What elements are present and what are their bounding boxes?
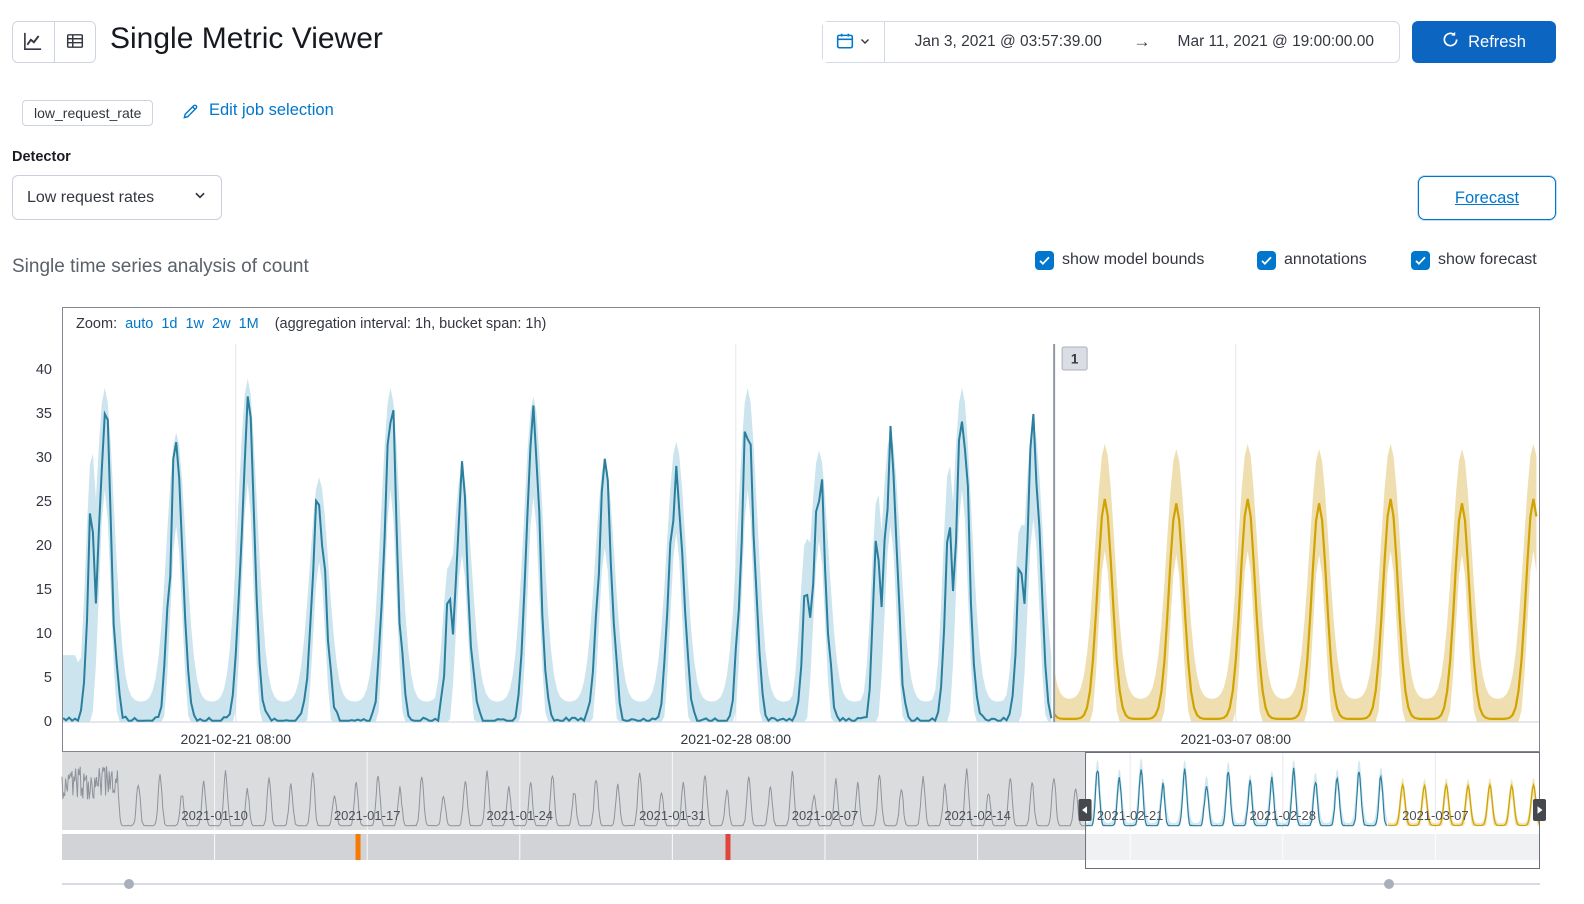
swimlane-anomaly-marker[interactable] [725, 834, 731, 860]
checkbox-label-show-forecast: show forecast [1438, 251, 1537, 268]
checkbox-label-annotations: annotations [1284, 251, 1367, 268]
checkbox-show-model-bounds[interactable] [1035, 250, 1054, 270]
forecast-bounds-area [1054, 443, 1537, 722]
y-tick-label: 35 [35, 406, 52, 422]
table-icon [66, 32, 84, 53]
context-tick-label: 2021-02-14 [944, 808, 1011, 823]
checkbox-annotations[interactable] [1257, 250, 1276, 270]
chevron-down-icon [859, 35, 871, 50]
pencil-icon [182, 103, 199, 125]
context-scrollbar[interactable] [62, 877, 1540, 891]
page-title: Single Metric Viewer [110, 22, 383, 55]
scrollbar-track [62, 883, 1540, 885]
checkbox-group-show-forecast: show forecast [1411, 249, 1537, 271]
swimlane-anomaly-marker[interactable] [355, 834, 361, 860]
zoom-option-auto[interactable]: auto [125, 316, 153, 332]
x-tick-label: 2021-03-07 08:00 [1181, 731, 1292, 747]
context-tick-label: 2021-02-07 [792, 808, 859, 823]
date-range-arrow: → [1133, 32, 1151, 51]
context-tick-label: 2021-01-10 [181, 808, 248, 823]
zoom-aggregation-info: (aggregation interval: 1h, bucket span: … [274, 316, 547, 332]
refresh-button[interactable]: Refresh [1412, 21, 1556, 63]
zoom-option-1d[interactable]: 1d [161, 316, 177, 332]
y-tick-label: 30 [35, 450, 52, 466]
analysis-title: Single time series analysis of count [12, 256, 309, 277]
model-bounds-area [63, 378, 1052, 722]
swimlane-selection [1085, 834, 1540, 860]
y-tick-label: 40 [35, 362, 52, 378]
refresh-icon [1442, 31, 1459, 53]
y-tick-label: 0 [43, 714, 52, 730]
main-chart-panel: 2021-02-21 08:00 2021-02-28 08:00 2021-03-… [62, 307, 1540, 752]
date-range-picker: Jan 3, 2021 @ 03:57:39.00 → Mar 11, 2021… [822, 21, 1400, 63]
context-tick-label: 2021-02-21 [1097, 808, 1164, 823]
edit-job-selection-link[interactable]: Edit job selection [209, 101, 334, 120]
y-tick-label: 5 [43, 670, 52, 686]
zoom-option-2w[interactable]: 2w [212, 316, 231, 332]
chevron-down-icon [193, 188, 207, 207]
date-range-start[interactable]: Jan 3, 2021 @ 03:57:39.00 [885, 33, 1132, 51]
single-metric-viewer-page: Single Metric Viewer Jan 3, 2021 @ 03:57… [0, 0, 1584, 904]
zoom-option-1M[interactable]: 1M [239, 316, 259, 332]
table-view-button[interactable] [53, 22, 95, 62]
context-chart[interactable]: 2021-01-10 2021-01-17 2021-01-24 2021-01-31… [61, 752, 1546, 874]
zoom-prefix: Zoom: [76, 316, 118, 332]
zoom-option-1w[interactable]: 1w [185, 316, 204, 332]
scrollbar-handle-left[interactable] [124, 879, 134, 889]
y-axis-labels: 0 5 10 15 20 25 30 35 40 [0, 0, 52, 760]
y-tick-label: 15 [35, 582, 52, 598]
context-tick-label: 2021-01-17 [334, 808, 401, 823]
x-tick-label: 2021-02-21 08:00 [180, 731, 291, 747]
forecast-button[interactable]: Forecast [1418, 176, 1556, 220]
context-tick-label: 2021-01-24 [487, 808, 554, 823]
calendar-icon [836, 32, 854, 53]
swimlane-masked [62, 834, 1086, 860]
context-tick-label: 2021-01-31 [639, 808, 706, 823]
scrollbar-handle-right[interactable] [1384, 879, 1394, 889]
checkbox-show-forecast[interactable] [1411, 250, 1430, 270]
refresh-label: Refresh [1468, 32, 1526, 51]
calendar-dropdown-button[interactable] [823, 22, 885, 62]
y-tick-label: 20 [35, 538, 52, 554]
y-tick-label: 10 [35, 626, 52, 642]
annotation-marker-label: 1 [1071, 352, 1079, 367]
zoom-controls: Zoom: auto 1d 1w 2w 1M (aggregation inte… [76, 316, 546, 332]
checkbox-group-annotations: annotations [1257, 249, 1367, 271]
checkbox-group-show-model-bounds: show model bounds [1035, 249, 1204, 271]
y-tick-label: 25 [35, 494, 52, 510]
x-tick-label: 2021-02-28 08:00 [681, 731, 792, 747]
main-time-series-chart[interactable]: 2021-02-21 08:00 2021-02-28 08:00 2021-03-… [63, 308, 1539, 751]
date-range-end[interactable]: Mar 11, 2021 @ 19:00:00.00 [1153, 33, 1400, 51]
context-tick-label: 2021-02-28 [1250, 808, 1317, 823]
context-tick-label: 2021-03-07 [1402, 808, 1469, 823]
checkbox-label-show-model-bounds: show model bounds [1062, 251, 1205, 268]
